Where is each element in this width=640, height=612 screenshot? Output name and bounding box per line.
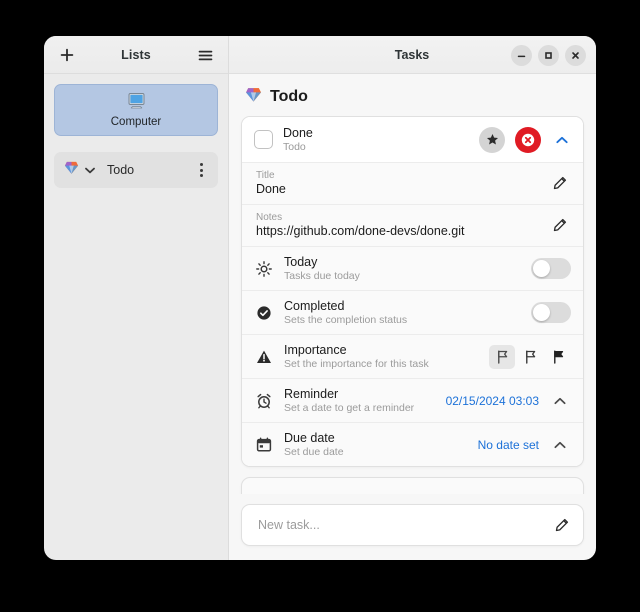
due-date-description: Set due date <box>284 446 344 458</box>
app-window: Lists Computer Todo Tasks Todo Done Todo… <box>44 36 596 560</box>
today-texts: Today Tasks due today <box>284 255 521 282</box>
flag-medium-icon[interactable] <box>517 345 543 369</box>
due-date-chevron-up-icon[interactable] <box>549 434 571 456</box>
pencil-icon[interactable] <box>549 218 571 232</box>
main-pane: Tasks Todo Done Todo Title Done Notes ht… <box>229 36 596 560</box>
title-field-value: Done <box>256 182 286 196</box>
importance-flag-group <box>489 344 571 369</box>
today-row[interactable]: Today Tasks due today <box>242 247 583 290</box>
task-collapse-chevron-up-icon[interactable] <box>551 129 573 151</box>
window-title: Tasks <box>394 48 430 62</box>
add-list-button[interactable] <box>56 44 78 66</box>
calendar-icon <box>254 436 274 453</box>
window-controls <box>511 44 586 66</box>
completed-toggle[interactable] <box>531 302 571 323</box>
maximize-icon[interactable] <box>538 44 559 66</box>
task-card: Done Todo Title Done Notes https://githu… <box>241 116 584 467</box>
title-bar: Tasks <box>229 36 596 74</box>
sidebar-item-todo-label: Todo <box>107 163 135 177</box>
gem-icon <box>245 86 262 108</box>
reminder-texts: Reminder Set a date to get a reminder <box>284 387 436 414</box>
due-date-title: Due date <box>284 431 335 445</box>
title-field-row[interactable]: Title Done <box>242 163 583 204</box>
hamburger-menu-icon[interactable] <box>194 44 216 66</box>
minimize-icon[interactable] <box>511 44 532 66</box>
task-checkbox[interactable] <box>254 130 273 149</box>
task-detail-scroll: Done Todo Title Done Notes https://githu… <box>229 116 596 494</box>
new-task-input[interactable] <box>256 517 551 533</box>
pencil-icon[interactable] <box>551 518 573 532</box>
alarm-clock-icon <box>254 393 274 409</box>
warning-triangle-icon <box>254 349 274 365</box>
page-title: Todo <box>229 74 596 116</box>
star-icon[interactable] <box>479 126 505 153</box>
notes-field-texts: Notes https://github.com/done-devs/done.… <box>256 212 549 238</box>
today-description: Tasks due today <box>284 270 360 282</box>
flag-low-icon[interactable] <box>489 344 515 369</box>
notes-field-value: https://github.com/done-devs/done.git <box>256 224 465 238</box>
new-task-area <box>229 494 596 560</box>
sidebar-item-todo[interactable]: Todo <box>54 152 218 188</box>
notes-field-label: Notes <box>256 212 283 223</box>
completed-description: Sets the completion status <box>284 314 408 326</box>
pencil-icon[interactable] <box>549 176 571 190</box>
delete-circle-icon[interactable] <box>515 126 541 153</box>
completed-row[interactable]: Completed Sets the completion status <box>242 291 583 334</box>
kebab-menu-icon[interactable] <box>192 159 210 181</box>
subtasks-card[interactable]: Sub tasks <box>241 477 584 494</box>
completed-texts: Completed Sets the completion status <box>284 299 521 326</box>
importance-texts: Importance Set the importance for this t… <box>284 343 479 370</box>
today-title: Today <box>284 255 318 269</box>
today-toggle[interactable] <box>531 258 571 279</box>
due-date-value[interactable]: No date set <box>478 438 539 452</box>
importance-title: Importance <box>284 343 347 357</box>
check-circle-icon <box>254 305 274 321</box>
title-field-label: Title <box>256 170 275 181</box>
due-date-texts: Due date Set due date <box>284 431 468 458</box>
page-title-label: Todo <box>270 88 308 105</box>
sidebar-item-computer[interactable]: Computer <box>54 84 218 136</box>
due-date-row[interactable]: Due date Set due date No date set <box>242 423 583 466</box>
completed-title: Completed <box>284 299 345 313</box>
sidebar-item-computer-label: Computer <box>110 116 162 128</box>
reminder-value[interactable]: 02/15/2024 03:03 <box>446 394 539 408</box>
chevron-down-icon[interactable] <box>85 161 95 179</box>
close-icon[interactable] <box>565 44 586 66</box>
gem-icon <box>64 160 79 180</box>
flag-high-icon[interactable] <box>545 345 571 369</box>
computer-icon <box>127 92 146 114</box>
task-subtitle: Todo <box>283 141 306 153</box>
reminder-chevron-up-icon[interactable] <box>549 390 571 412</box>
sidebar-header: Lists <box>44 36 228 74</box>
notes-field-row[interactable]: Notes https://github.com/done-devs/done.… <box>242 205 583 246</box>
title-field-texts: Title Done <box>256 170 549 196</box>
reminder-description: Set a date to get a reminder <box>284 402 415 414</box>
importance-description: Set the importance for this task <box>284 358 429 370</box>
sidebar-body: Computer Todo <box>44 74 228 560</box>
new-task-bar[interactable] <box>241 504 584 546</box>
task-header-texts: Done Todo <box>283 126 469 153</box>
importance-row[interactable]: Importance Set the importance for this t… <box>242 335 583 378</box>
sidebar-title: Lists <box>121 48 151 62</box>
reminder-row[interactable]: Reminder Set a date to get a reminder 02… <box>242 379 583 422</box>
reminder-title: Reminder <box>284 387 339 401</box>
task-header-row[interactable]: Done Todo <box>242 117 583 162</box>
sun-icon <box>254 260 274 277</box>
task-title: Done <box>283 126 313 140</box>
sidebar: Lists Computer Todo <box>44 36 229 560</box>
